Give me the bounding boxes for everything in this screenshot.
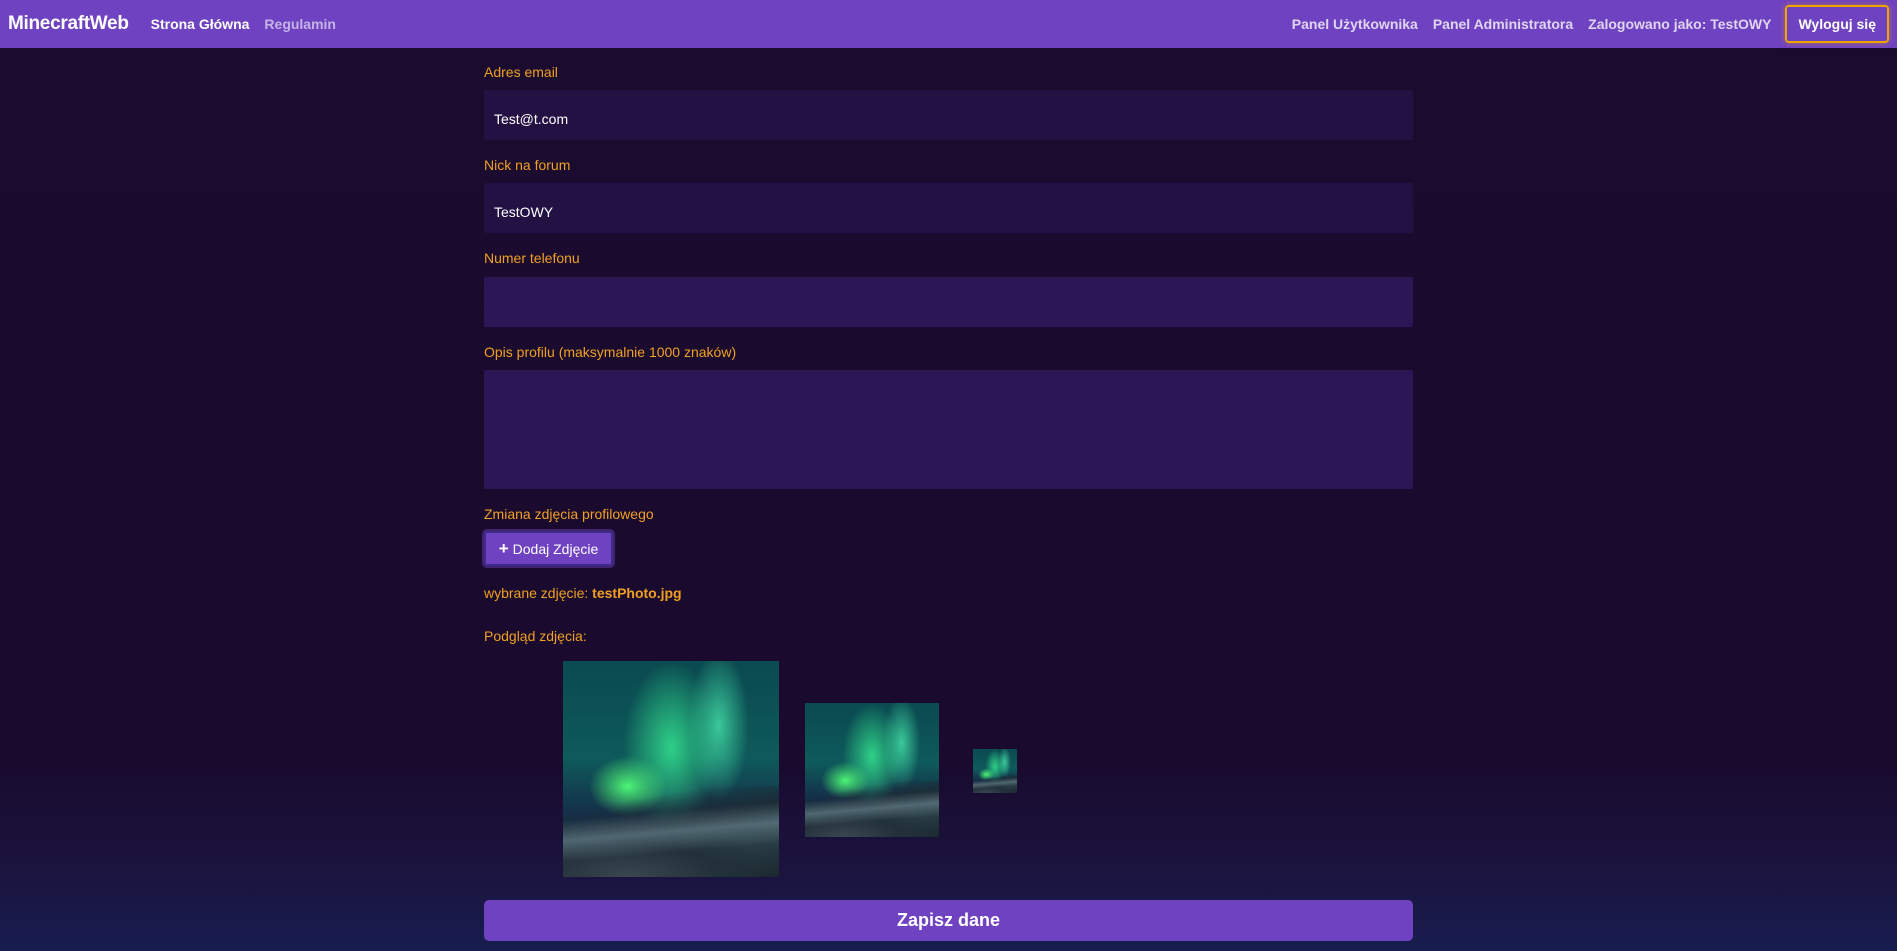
selected-photo-text: wybrane zdjęcie: testPhoto.jpg [484,585,682,601]
nav-link-rules[interactable]: Regulamin [264,16,336,32]
selected-photo-filename: testPhoto.jpg [592,585,682,601]
photo-change-label: Zmiana zdjęcia profilowego [484,506,654,522]
add-photo-button[interactable]: + Dodaj Zdjęcie [484,531,613,566]
description-label: Opis profilu (maksymalnie 1000 znaków) [484,344,737,360]
email-field[interactable]: Test@t.com [484,90,1413,140]
nick-field[interactable]: TestOWY [484,183,1413,233]
nav-left: Strona Główna Regulamin [151,16,336,32]
add-photo-button-label: Dodaj Zdjęcie [512,540,599,557]
email-label: Adres email [484,64,558,80]
nav-link-admin-panel[interactable]: Panel Administratora [1433,16,1573,32]
navbar: MinecraftWeb Strona Główna Regulamin Pan… [0,0,1897,48]
nick-label: Nick na forum [484,157,571,173]
phone-field[interactable] [484,277,1413,327]
phone-label: Numer telefonu [484,250,580,266]
photo-preview-small [973,749,1017,793]
photo-preview-label: Podgląd zdjęcia: [484,628,587,644]
nav-right: Panel Użytkownika Panel Administratora Z… [1292,5,1889,43]
save-button[interactable]: Zapisz dane [484,900,1413,941]
selected-photo-prefix: wybrane zdjęcie: [484,585,589,601]
photo-preview-medium [805,703,939,837]
nav-link-home[interactable]: Strona Główna [151,16,250,32]
photo-preview-large [563,661,779,877]
brand-logo[interactable]: MinecraftWeb [8,13,129,35]
plus-icon: + [498,539,509,558]
logged-in-as: Zalogowano jako: TestOWY [1588,16,1772,32]
nav-link-user-panel[interactable]: Panel Użytkownika [1292,16,1418,32]
description-textarea[interactable] [484,370,1413,489]
logout-button[interactable]: Wyloguj się [1785,5,1889,43]
